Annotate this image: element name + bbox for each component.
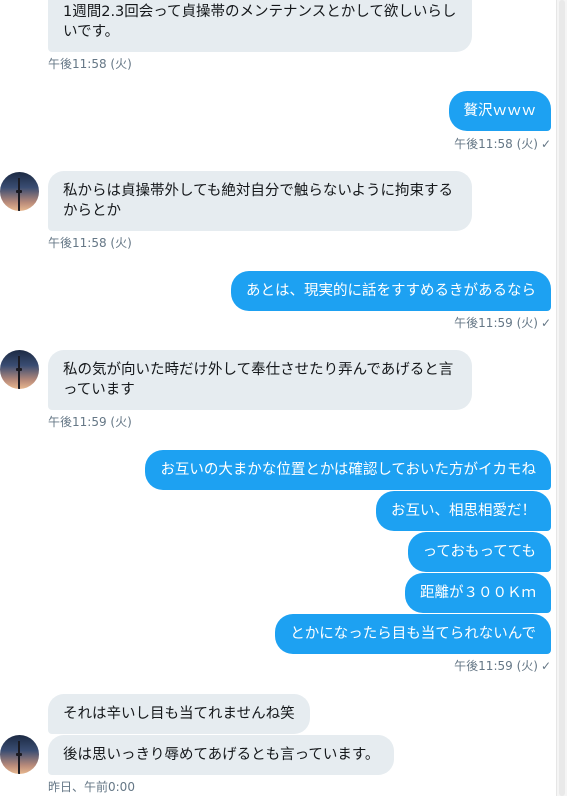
outgoing-message[interactable]: お互いの大まかな位置とかは確認しておいた方がイカモね xyxy=(145,450,551,490)
read-check-icon: ✓ xyxy=(540,316,551,330)
avatar[interactable] xyxy=(0,172,39,211)
message-text: 私の気が向いた時だけ外して奉仕させたり弄んであげると言っています xyxy=(63,362,454,398)
timestamp-text: 午後11:59 (火) xyxy=(48,415,132,429)
incoming-message[interactable]: 後は思いっきり辱めてあげるとも言っています。 xyxy=(48,735,395,775)
message-timestamp: 午後11:59 (火) ✓ xyxy=(454,314,551,331)
outgoing-message[interactable]: あとは、現実的に話をすすめるきがあるなら xyxy=(231,271,551,311)
incoming-message[interactable]: 1週間2.3回会って貞操帯のメンテナンスとかして欲しいらしいです。 xyxy=(48,0,472,52)
timestamp-text: 午後11:59 (火) xyxy=(454,659,538,673)
scrollbar-thumb[interactable] xyxy=(559,0,565,796)
message-timestamp: 午後11:58 (火) xyxy=(48,55,132,72)
scrollbar[interactable] xyxy=(556,0,567,796)
outgoing-message[interactable]: っておもってても xyxy=(407,532,551,572)
outgoing-message[interactable]: とかになったら目も当てられないんで xyxy=(275,614,551,654)
message-text: 私からは貞操帯外しても絶対自分で触らないように拘束するからとか xyxy=(63,183,454,219)
outgoing-message[interactable]: お互い、相思相愛だ！ xyxy=(376,491,551,531)
message-timestamp: 午後11:59 (火) ✓ xyxy=(454,657,551,674)
message-timestamp: 午後11:58 (火) xyxy=(48,234,132,251)
incoming-message[interactable]: 私の気が向いた時だけ外して奉仕させたり弄んであげると言っています xyxy=(48,350,472,410)
message-text: あとは、現実的に話をすすめるきがあるなら xyxy=(246,283,536,299)
read-check-icon: ✓ xyxy=(540,659,551,673)
timestamp-text: 午後11:59 (火) xyxy=(454,316,538,330)
message-text: 贅沢ｗｗｗ xyxy=(463,103,537,119)
message-timestamp: 午後11:58 (火) ✓ xyxy=(454,135,551,152)
message-text: それは辛いし目も当てれませんね笑 xyxy=(63,706,295,722)
outgoing-message[interactable]: 贅沢ｗｗｗ xyxy=(448,91,551,131)
message-text: 距離が３００Ｋｍ xyxy=(420,585,536,601)
incoming-message[interactable]: それは辛いし目も当てれませんね笑 xyxy=(48,694,310,734)
message-text: 1週間2.3回会って貞操帯のメンテナンスとかして欲しいらしいです。 xyxy=(63,4,457,40)
timestamp-text: 午後11:58 (火) xyxy=(454,137,538,151)
message-text: お互いの大まかな位置とかは確認しておいた方がイカモね xyxy=(160,462,536,478)
incoming-message[interactable]: 私からは貞操帯外しても絶対自分で触らないように拘束するからとか xyxy=(48,171,472,231)
message-text: っておもってても xyxy=(422,544,536,560)
avatar[interactable] xyxy=(0,350,39,389)
message-text: とかになったら目も当てられないんで xyxy=(290,626,536,642)
read-check-icon: ✓ xyxy=(540,137,551,151)
outgoing-message[interactable]: 距離が３００Ｋｍ xyxy=(405,573,551,613)
timestamp-text: 昨日、午前0:00 xyxy=(48,780,135,794)
timestamp-text: 午後11:58 (火) xyxy=(48,57,132,71)
message-timestamp: 昨日、午前0:00 xyxy=(48,778,135,795)
timestamp-text: 午後11:58 (火) xyxy=(48,236,132,250)
message-text: 後は思いっきり辱めてあげるとも言っています。 xyxy=(63,747,380,763)
message-timestamp: 午後11:59 (火) xyxy=(48,413,132,430)
message-text: お互い、相思相愛だ！ xyxy=(391,503,536,519)
avatar[interactable] xyxy=(0,735,39,774)
